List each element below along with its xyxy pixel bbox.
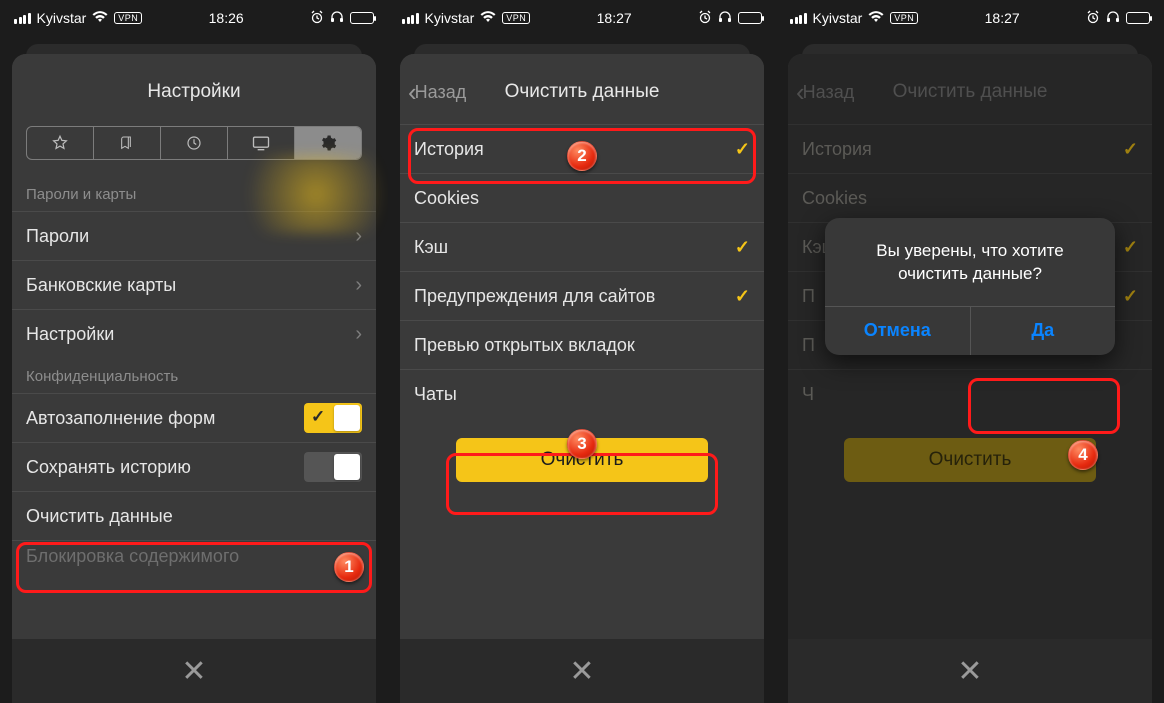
tab-devices[interactable] xyxy=(228,127,295,159)
signal-icon xyxy=(790,13,807,24)
screen-clear-data: Kyivstar VPN 18:27 ‹ Назад Очистить данн… xyxy=(388,0,776,703)
tab-gear[interactable] xyxy=(295,127,361,159)
row-cache[interactable]: Кэш ✓ xyxy=(400,222,764,271)
clock: 18:27 xyxy=(597,10,632,26)
row-cookies: Cookies xyxy=(788,173,1152,222)
tab-history[interactable] xyxy=(161,127,228,159)
segmented-tabs[interactable] xyxy=(26,126,362,160)
check-icon: ✓ xyxy=(1123,286,1138,307)
chevron-right-icon: › xyxy=(355,274,362,297)
row-save-history[interactable]: Сохранять историю xyxy=(12,442,376,491)
row-history[interactable]: История ✓ xyxy=(400,124,764,173)
carrier-label: Kyivstar xyxy=(813,10,863,26)
section-privacy: Конфиденциальность xyxy=(12,358,376,393)
back-button[interactable]: ‹ Назад xyxy=(408,70,466,114)
close-button: ✕ xyxy=(788,639,1152,703)
alarm-icon xyxy=(1086,10,1100,27)
status-bar: Kyivstar VPN 18:27 xyxy=(776,0,1164,36)
back-button: ‹ Назад xyxy=(796,70,854,114)
page-title: Настройки xyxy=(147,81,240,103)
dialog-message: Вы уверены, что хотите очистить данные? xyxy=(825,218,1115,306)
dialog-cancel-button[interactable]: Отмена xyxy=(825,307,971,355)
carrier-label: Kyivstar xyxy=(425,10,475,26)
page-title: Очистить данные xyxy=(505,81,660,103)
headphones-icon xyxy=(718,10,732,26)
wifi-icon xyxy=(92,10,108,26)
chevron-right-icon: › xyxy=(355,323,362,346)
row-preview[interactable]: Превью открытых вкладок xyxy=(400,320,764,369)
headphones-icon xyxy=(330,10,344,26)
toggle-autofill[interactable] xyxy=(304,403,362,433)
battery-icon xyxy=(350,12,374,24)
battery-icon xyxy=(738,12,762,24)
close-button[interactable]: ✕ xyxy=(12,639,376,703)
row-chats: Ч xyxy=(788,369,1152,418)
wifi-icon xyxy=(480,10,496,26)
clear-button: Очистить xyxy=(844,438,1096,482)
section-passwords-cards: Пароли и карты xyxy=(12,176,376,211)
status-bar: Kyivstar VPN 18:27 xyxy=(388,0,776,36)
check-icon: ✓ xyxy=(735,286,750,307)
row-blocking-faded: Блокировка содержимого xyxy=(12,540,376,572)
row-bank-cards[interactable]: Банковские карты › xyxy=(12,260,376,309)
row-warnings[interactable]: Предупреждения для сайтов ✓ xyxy=(400,271,764,320)
alarm-icon xyxy=(698,10,712,27)
chevron-right-icon: › xyxy=(355,225,362,248)
toggle-save-history[interactable] xyxy=(304,452,362,482)
clock: 18:27 xyxy=(985,10,1020,26)
clock: 18:26 xyxy=(209,10,244,26)
check-icon: ✓ xyxy=(735,139,750,160)
screen-settings: Kyivstar VPN 18:26 Настройки xyxy=(0,0,388,703)
row-autofill[interactable]: Автозаполнение форм xyxy=(12,393,376,442)
alarm-icon xyxy=(310,10,324,27)
check-icon: ✓ xyxy=(1123,237,1138,258)
row-history: История ✓ xyxy=(788,124,1152,173)
signal-icon xyxy=(402,13,419,24)
wifi-icon xyxy=(868,10,884,26)
battery-icon xyxy=(1126,12,1150,24)
confirm-dialog: Вы уверены, что хотите очистить данные? … xyxy=(825,218,1115,355)
check-icon: ✓ xyxy=(1123,139,1138,160)
screen-confirm-dialog: Kyivstar VPN 18:27 ‹ Назад Очистить данн… xyxy=(776,0,1164,703)
row-cookies[interactable]: Cookies xyxy=(400,173,764,222)
clear-button[interactable]: Очистить xyxy=(456,438,708,482)
tab-favorites[interactable] xyxy=(27,127,94,159)
check-icon: ✓ xyxy=(735,237,750,258)
vpn-badge: VPN xyxy=(890,12,918,24)
row-clear-data[interactable]: Очистить данные xyxy=(12,491,376,540)
row-settings[interactable]: Настройки › xyxy=(12,309,376,358)
vpn-badge: VPN xyxy=(114,12,142,24)
carrier-label: Kyivstar xyxy=(37,10,87,26)
row-passwords[interactable]: Пароли › xyxy=(12,211,376,260)
tab-bookmarks[interactable] xyxy=(94,127,161,159)
row-chats[interactable]: Чаты xyxy=(400,369,764,418)
dialog-yes-button[interactable]: Да xyxy=(971,307,1116,355)
status-bar: Kyivstar VPN 18:26 xyxy=(0,0,388,36)
close-button[interactable]: ✕ xyxy=(400,639,764,703)
signal-icon xyxy=(14,13,31,24)
headphones-icon xyxy=(1106,10,1120,26)
vpn-badge: VPN xyxy=(502,12,530,24)
page-title: Очистить данные xyxy=(893,81,1048,103)
